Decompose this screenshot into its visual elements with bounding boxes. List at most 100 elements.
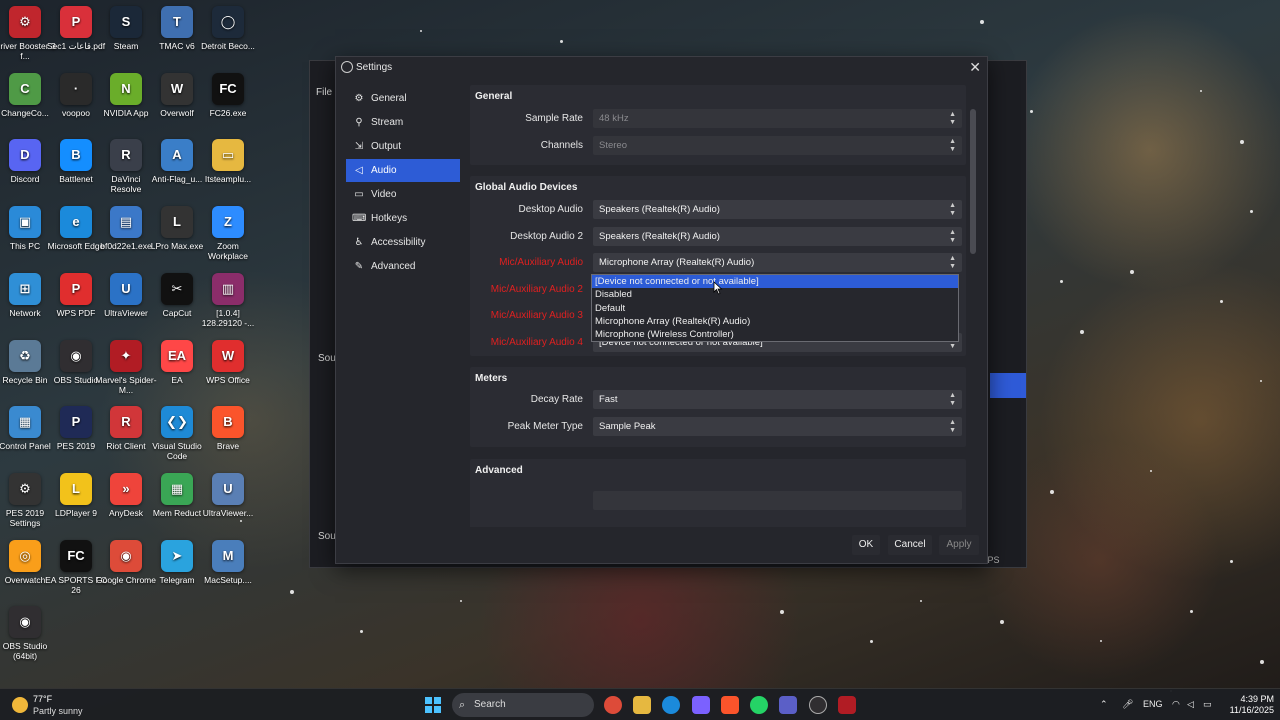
desktop-icon[interactable]: ▥ [1.0.4] 128.29120 -...: [197, 272, 259, 328]
snowflake: [1240, 140, 1244, 144]
mic-aux-select[interactable]: Microphone Array (Realtek(R) Audio) ▲ ▼: [593, 253, 962, 272]
apply-button[interactable]: Apply: [939, 535, 979, 555]
ultraviewer-setup-icon: U: [212, 472, 244, 505]
ok-button[interactable]: OK: [852, 535, 880, 555]
desktop-icon[interactable]: FC FC26.exe: [197, 72, 259, 118]
clock-date: 11/16/2025: [1229, 705, 1274, 715]
wifi-icon[interactable]: ◠: [1172, 699, 1180, 710]
snowflake: [240, 520, 242, 522]
detroit-icon: ◯: [212, 6, 244, 38]
ea-icon: EA: [161, 339, 193, 372]
file-explorer-icon[interactable]: [633, 696, 651, 714]
sidebar-item-accessibility[interactable]: ♿︎ Accessibility: [346, 231, 460, 254]
cancel-button[interactable]: Cancel: [888, 535, 932, 555]
settings-scrollbar[interactable]: [970, 109, 976, 254]
desktop-icon-label: UltraViewer...: [202, 507, 254, 518]
advanced-group: Advanced: [470, 459, 966, 527]
desktop-icon[interactable]: ◉ OBS Studio (64bit): [0, 606, 56, 661]
snowflake: [1250, 210, 1253, 213]
advanced-select[interactable]: [593, 491, 962, 510]
wps-pdf-icon: P: [60, 272, 92, 305]
desktop-icon[interactable]: Z Zoom Workplace: [197, 206, 259, 261]
sidebar-item-audio[interactable]: ◁ Audio: [346, 159, 460, 182]
sample-rate-label: Sample Rate: [525, 113, 583, 124]
desktop-icon[interactable]: ▭ Itsteamplu...: [197, 139, 259, 184]
weather-temperature[interactable]: 77°F: [33, 694, 52, 704]
sun-icon[interactable]: [12, 697, 28, 713]
spinner-icon: ▲▼: [949, 201, 956, 217]
copilot-icon[interactable]: [692, 696, 710, 714]
davinci-icon: R: [110, 139, 142, 172]
dropdown-option[interactable]: Microphone (Wireless Controller): [592, 328, 958, 341]
brave-taskbar-icon[interactable]: [721, 696, 739, 714]
desktop-icon[interactable]: B Brave: [197, 406, 259, 451]
obs-64-icon: ◉: [9, 606, 41, 639]
taskbar-search[interactable]: ⌕ Search: [452, 693, 594, 717]
desktop-icon[interactable]: U UltraViewer...: [197, 472, 259, 518]
battery-icon[interactable]: ▭: [1203, 699, 1212, 710]
teams-icon[interactable]: [779, 696, 797, 714]
sidebar-item-output[interactable]: ⇲ Output: [346, 135, 460, 158]
sample-rate-select[interactable]: 48 kHz ▲ ▼: [593, 109, 962, 128]
desktop-audio-label: Desktop Audio: [518, 204, 584, 215]
dropdown-option[interactable]: Default: [592, 302, 958, 315]
snowflake: [1220, 300, 1223, 303]
sidebar-item-label: Accessibility: [371, 237, 426, 248]
peak-meter-select[interactable]: Sample Peak ▲ ▼: [593, 417, 962, 436]
obs-taskbar-icon[interactable]: [809, 696, 827, 714]
whatsapp-icon[interactable]: [750, 696, 768, 714]
spiderman-taskbar-icon[interactable]: [838, 696, 856, 714]
selected-scene-bar[interactable]: [990, 373, 1026, 398]
dropdown-option[interactable]: Microphone Array (Realtek(R) Audio): [592, 315, 958, 328]
sidebar-item-hotkeys[interactable]: ⌨ Hotkeys: [346, 207, 460, 230]
desktop-icon[interactable]: ◯ Detroit Beco...: [197, 6, 259, 51]
settings-title: Settings: [356, 62, 393, 73]
snowflake: [1000, 620, 1004, 624]
clock[interactable]: 4:39 PM 11/16/2025: [1222, 694, 1274, 716]
desktop-audio2-select[interactable]: Speakers (Realtek(R) Audio) ▲ ▼: [593, 227, 962, 246]
fc26-icon: FC: [212, 72, 244, 105]
windows-start-icon[interactable]: [425, 697, 441, 713]
chevron-up-icon[interactable]: ⌃: [1100, 699, 1108, 710]
sidebar-item-video[interactable]: ▭ Video: [346, 183, 460, 206]
sidebar-item-stream[interactable]: ⚲ Stream: [346, 111, 460, 134]
language-indicator[interactable]: ENG: [1143, 699, 1163, 709]
ldplayer-icon: L: [60, 472, 92, 505]
desktop-icon[interactable]: W WPS Office: [197, 339, 259, 385]
search-placeholder: Search: [474, 699, 506, 710]
edge-taskbar-icon[interactable]: [662, 696, 680, 714]
chrome-taskbar-icon[interactable]: [604, 696, 622, 714]
mic-aux3-label: Mic/Auxiliary Audio 3: [490, 310, 583, 321]
channels-select[interactable]: Stereo ▲ ▼: [593, 136, 962, 155]
obs-icon: ◉: [60, 339, 92, 372]
sidebar-item-label: General: [371, 93, 407, 104]
dropdown-option[interactable]: [Device not connected or not available]: [592, 275, 958, 289]
keyboard-icon: ⌨: [352, 213, 367, 224]
sidebar-item-general[interactable]: ⚙ General: [346, 87, 460, 110]
snowflake: [1190, 610, 1193, 613]
mouse-cursor-icon: [713, 281, 723, 295]
menu-file[interactable]: File: [316, 87, 332, 98]
dropdown-option[interactable]: Disabled: [592, 288, 958, 301]
speaker-icon[interactable]: ◁: [1187, 699, 1194, 710]
overwolf-icon: W: [161, 72, 193, 105]
spinner-icon: ▲▼: [949, 254, 956, 270]
sample-rate-value: 48 kHz: [599, 113, 629, 124]
microphone-icon[interactable]: 🎤︎: [1122, 699, 1133, 710]
edge-icon: e: [60, 206, 92, 239]
weather-description[interactable]: Partly sunny: [33, 706, 83, 716]
decay-rate-select[interactable]: Fast ▲ ▼: [593, 390, 962, 409]
overwatch-icon: ◎: [9, 539, 41, 572]
vscode-icon: ❮❯: [161, 406, 193, 439]
desktop-audio-select[interactable]: Speakers (Realtek(R) Audio) ▲ ▼: [593, 200, 962, 219]
general-title: General: [475, 91, 513, 102]
tmac-icon: T: [161, 6, 193, 38]
lpro-icon: L: [161, 206, 193, 239]
desktop-icon[interactable]: M MacSetup....: [197, 539, 259, 585]
close-icon[interactable]: ✕: [969, 59, 981, 76]
clock-time: 4:39 PM: [1240, 694, 1274, 704]
speaker-icon: ◁: [355, 165, 363, 176]
settings-titlebar[interactable]: Settings ✕: [336, 57, 987, 79]
meters-title: Meters: [475, 373, 508, 384]
sidebar-item-advanced[interactable]: ✎ Advanced: [346, 255, 460, 278]
